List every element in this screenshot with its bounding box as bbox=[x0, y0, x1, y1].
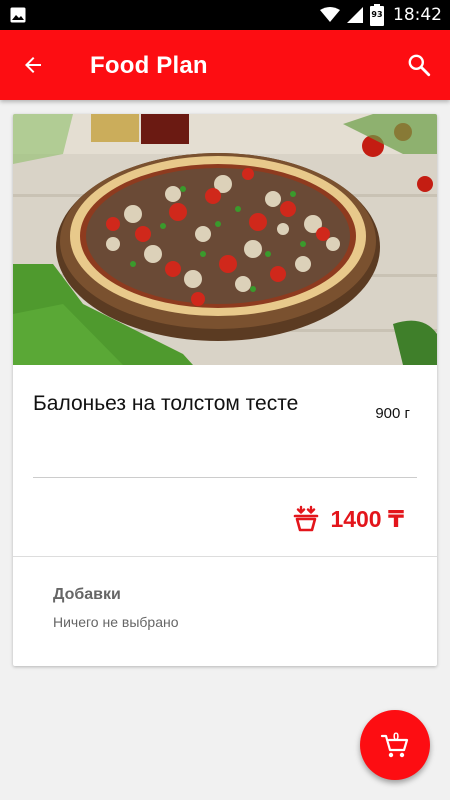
app-bar: Food Plan bbox=[0, 30, 450, 100]
cart-count: 0 bbox=[393, 731, 400, 743]
signal-icon bbox=[347, 7, 363, 23]
divider bbox=[33, 477, 417, 478]
cart-button[interactable]: 0 bbox=[360, 710, 430, 780]
wifi-icon bbox=[320, 7, 340, 22]
search-icon bbox=[408, 54, 431, 77]
battery-icon: 93 bbox=[370, 4, 384, 26]
divider bbox=[13, 556, 437, 557]
page-title: Food Plan bbox=[90, 52, 208, 79]
product-name: Балоньез на толстом тесте bbox=[33, 392, 299, 415]
search-button[interactable] bbox=[400, 46, 438, 84]
product-price: 1400 ₸ bbox=[330, 505, 404, 532]
arrow-back-icon bbox=[25, 57, 41, 73]
back-button[interactable] bbox=[14, 46, 52, 84]
product-card: Балоньез на толстом тесте 900 г 1400 ₸ Д… bbox=[13, 114, 437, 666]
product-photo bbox=[13, 114, 437, 365]
battery-level: 93 bbox=[371, 10, 383, 19]
product-weight: 900 г bbox=[375, 405, 410, 422]
addons-title[interactable]: Добавки bbox=[53, 586, 121, 604]
add-to-basket-button[interactable]: 1400 ₸ bbox=[292, 505, 404, 533]
gallery-icon bbox=[10, 7, 26, 23]
status-bar: 93 18:42 bbox=[0, 0, 450, 30]
addons-value[interactable]: Ничего не выбрано bbox=[53, 614, 179, 630]
status-time: 18:42 bbox=[393, 5, 442, 25]
basket-add-icon bbox=[294, 505, 319, 532]
